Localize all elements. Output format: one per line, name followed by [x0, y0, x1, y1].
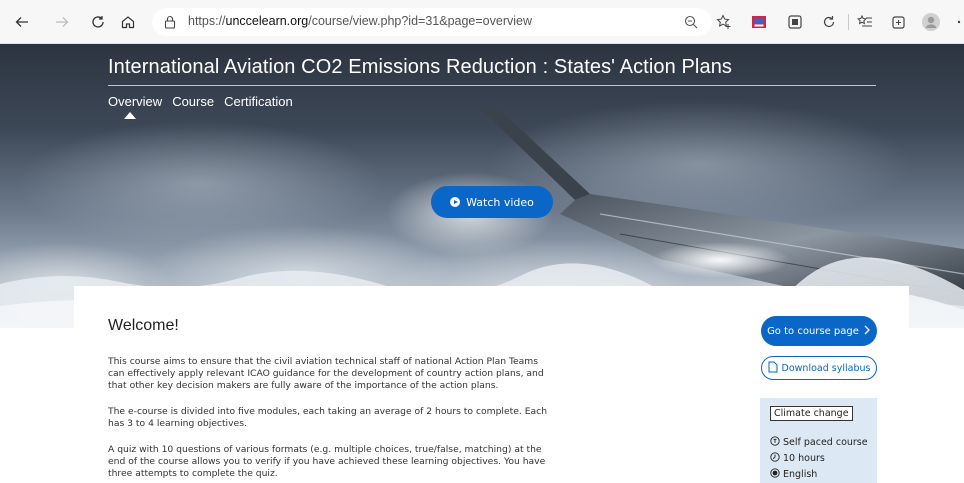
go-to-course-button[interactable]: Go to course page [761, 316, 877, 346]
duration-text: 10 hours [783, 453, 825, 464]
course-info-panel: Climate change Self paced course 10 hour… [760, 398, 877, 483]
refresh-icon[interactable] [86, 10, 110, 34]
forward-arrow-icon[interactable] [50, 10, 74, 34]
pace-text: Self paced course [783, 437, 868, 448]
extension-icon[interactable] [748, 11, 770, 33]
chevron-right-icon [863, 325, 871, 338]
active-tab-indicator [124, 112, 136, 119]
collections-plus-icon[interactable] [888, 11, 910, 33]
pace-icon [770, 436, 780, 449]
watch-video-label: Watch video [466, 195, 534, 209]
title-divider [108, 85, 876, 86]
favorite-star-icon[interactable] [713, 11, 735, 33]
quiz-paragraph: A quiz with 10 questions of various form… [108, 444, 546, 479]
watch-video-button[interactable]: Watch video [431, 186, 553, 218]
go-to-course-label: Go to course page [767, 325, 859, 337]
language-icon [770, 468, 780, 481]
course-title: International Aviation CO2 Emissions Red… [108, 56, 733, 78]
topic-tag[interactable]: Climate change [770, 406, 853, 421]
more-menu-icon[interactable] [950, 11, 964, 33]
toolbar-divider [848, 14, 849, 30]
language-text: English [783, 469, 818, 480]
profile-avatar-icon[interactable] [920, 11, 942, 33]
zoom-icon[interactable] [682, 13, 700, 31]
download-syllabus-label: Download syllabus [781, 362, 871, 374]
lock-icon [162, 14, 178, 30]
address-bar[interactable]: https://unccelearn.org/course/view.php?i… [152, 8, 712, 36]
refresh-page-icon[interactable] [818, 11, 840, 33]
clock-icon [770, 452, 780, 465]
back-arrow-icon[interactable] [10, 10, 34, 34]
collections-icon[interactable] [784, 11, 806, 33]
intro-paragraph: This course aims to ensure that the civi… [108, 356, 544, 391]
url-text: https://unccelearn.org/course/view.php?i… [188, 14, 532, 28]
welcome-heading: Welcome! [108, 317, 179, 334]
tab-course[interactable]: Course [172, 94, 214, 109]
course-tabs: Overview Course Certification [108, 94, 293, 109]
course-overview-card: Welcome! This course aims to ensure that… [74, 286, 909, 483]
browser-toolbar: https://unccelearn.org/course/view.php?i… [0, 0, 964, 44]
tab-certification[interactable]: Certification [224, 94, 293, 109]
modules-paragraph: The e-course is divided into five module… [108, 406, 548, 429]
play-icon [450, 197, 461, 207]
pace-info: Self paced course [770, 436, 868, 449]
language-info: English [770, 468, 817, 481]
download-syllabus-button[interactable]: Download syllabus [761, 356, 877, 380]
home-icon[interactable] [116, 10, 140, 34]
favorites-list-icon[interactable] [854, 11, 876, 33]
tab-overview[interactable]: Overview [108, 94, 162, 109]
document-icon [768, 361, 778, 376]
duration-info: 10 hours [770, 452, 825, 465]
